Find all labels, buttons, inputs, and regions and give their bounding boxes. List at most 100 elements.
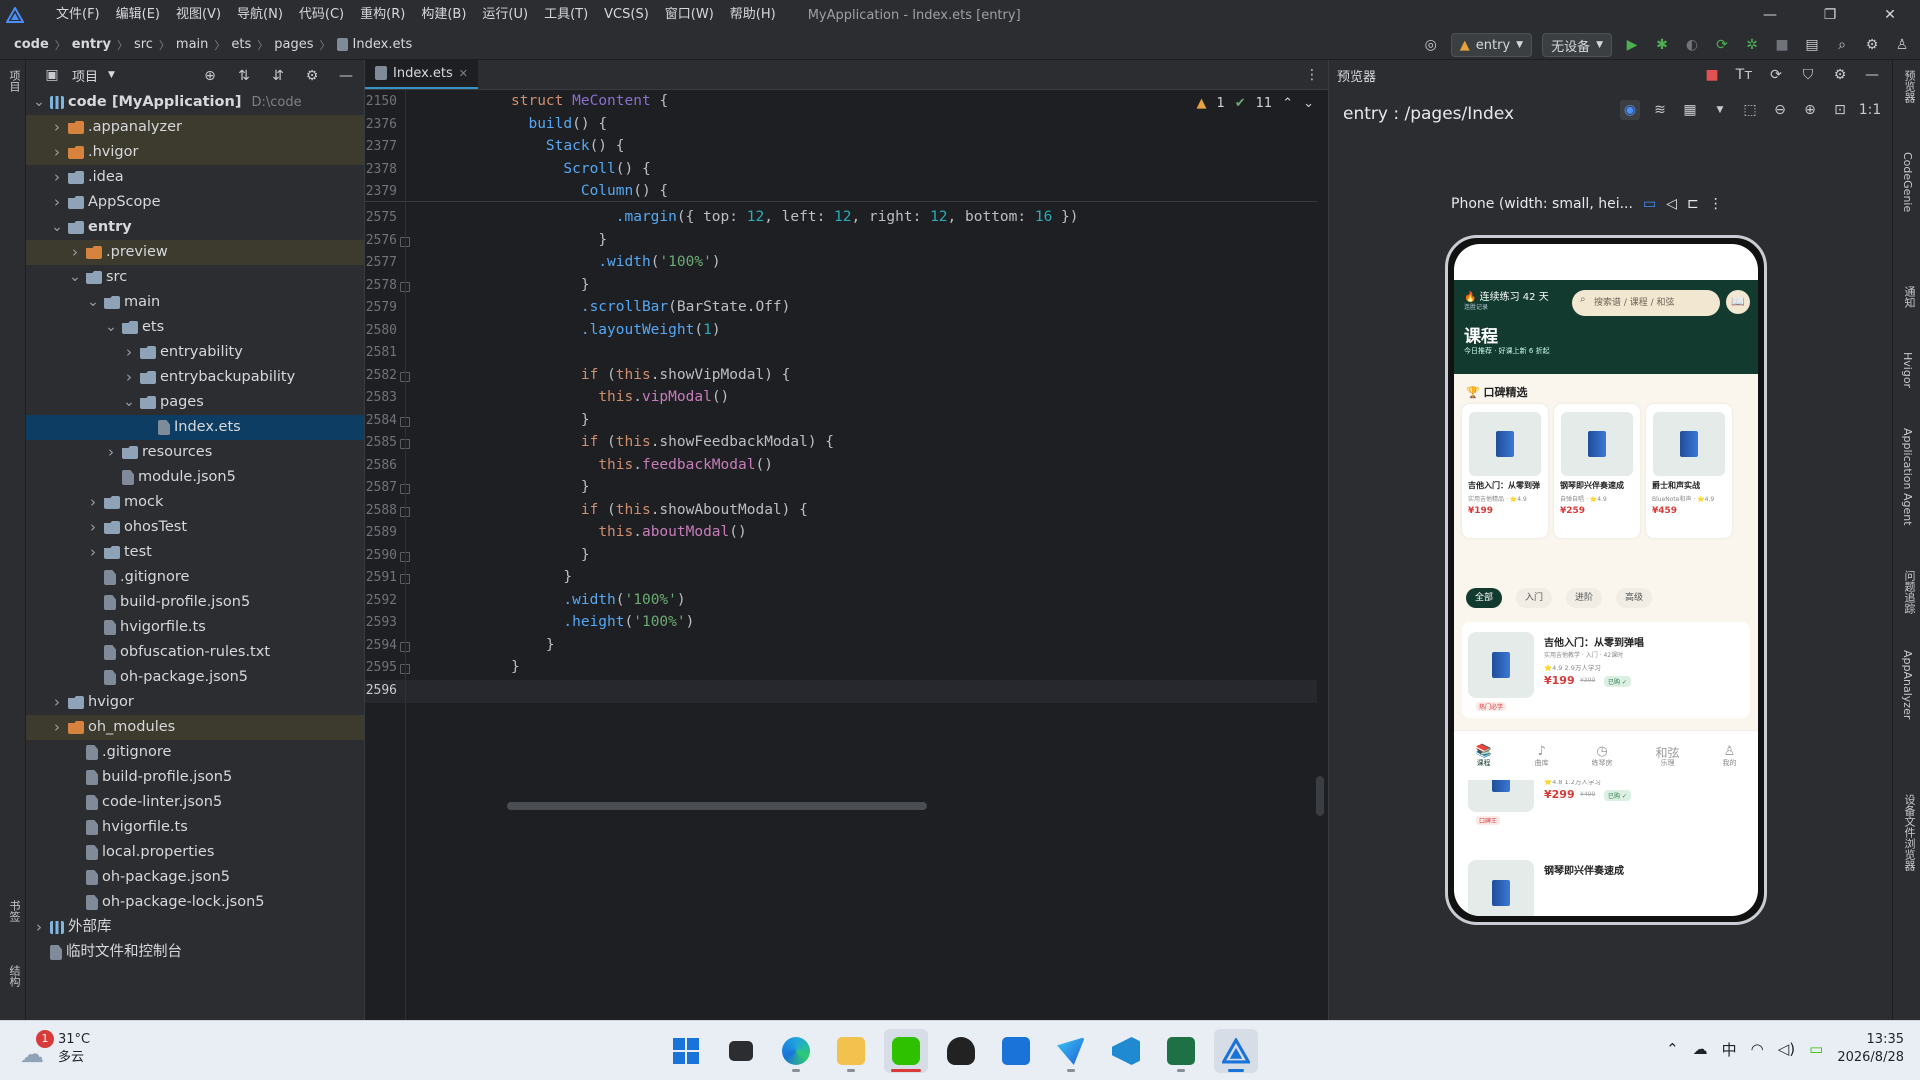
- breadcrumb-item[interactable]: pages: [274, 37, 313, 52]
- close-icon[interactable]: ✕: [1860, 0, 1920, 30]
- structure-tool-label[interactable]: 结构: [6, 965, 22, 987]
- breadcrumb-item[interactable]: entry: [72, 37, 111, 52]
- ime-indicator[interactable]: 中: [1722, 1039, 1737, 1060]
- debug-icon[interactable]: ✱: [1652, 35, 1672, 55]
- chevron-right-icon[interactable]: ›: [122, 340, 136, 365]
- attach-debugger-icon[interactable]: ◐: [1682, 35, 1702, 55]
- tree-item[interactable]: › mock: [26, 490, 364, 515]
- chevron-down-icon[interactable]: ⌄: [86, 290, 100, 315]
- tree-item[interactable]: › oh_modules: [26, 715, 364, 740]
- hide-panel-icon[interactable]: —: [1862, 65, 1882, 85]
- tree-item[interactable]: oh-package.json5: [26, 865, 364, 890]
- course-list-item[interactable]: 钢琴即兴伴奏速成: [1462, 850, 1750, 916]
- zoom-out-icon[interactable]: ⊖: [1770, 100, 1790, 120]
- breadcrumb-item[interactable]: code: [14, 37, 49, 52]
- file-explorer-icon[interactable]: [829, 1029, 873, 1073]
- layers-icon[interactable]: ≋: [1650, 100, 1670, 120]
- chevron-right-icon[interactable]: ›: [50, 140, 64, 165]
- tree-item[interactable]: › ohosTest: [26, 515, 364, 540]
- breadcrumb-item[interactable]: Index.ets: [353, 37, 413, 52]
- filter-chip[interactable]: 高级: [1616, 588, 1652, 608]
- project-panel-title[interactable]: 项目: [72, 66, 98, 85]
- chevron-up-icon[interactable]: ⌃: [1666, 1040, 1679, 1058]
- tree-item[interactable]: ⌄ ets: [26, 315, 364, 340]
- featured-card[interactable]: 钢琴即兴伴奏速成 自弹自唱 · ⭐4.9 ¥259: [1554, 404, 1640, 538]
- menu-item[interactable]: 重构(R): [352, 0, 413, 30]
- tree-item[interactable]: hvigorfile.ts: [26, 615, 364, 640]
- tree-item[interactable]: 临时文件和控制台: [26, 940, 364, 965]
- tree-item[interactable]: obfuscation-rules.txt: [26, 640, 364, 665]
- menu-item[interactable]: 工具(T): [536, 0, 596, 30]
- clock[interactable]: 13:35 2026/8/28: [1837, 1031, 1904, 1067]
- tree-item[interactable]: .gitignore: [26, 565, 364, 590]
- chevron-up-icon[interactable]: ⌃: [1282, 96, 1293, 111]
- right-tool-label[interactable]: 通知: [1901, 286, 1917, 308]
- breadcrumb-item[interactable]: ets: [231, 37, 251, 52]
- menu-item[interactable]: 视图(V): [168, 0, 229, 30]
- locate-icon[interactable]: ⊕: [200, 66, 220, 86]
- chevron-down-icon[interactable]: ⌄: [1303, 96, 1314, 111]
- chevron-right-icon[interactable]: ›: [50, 715, 64, 740]
- featured-card[interactable]: 爵士和声实战 BlueNote和声 · ⭐4.9 ¥459: [1646, 404, 1732, 538]
- right-tool-label[interactable]: 预览器: [1901, 70, 1917, 103]
- tree-item[interactable]: › test: [26, 540, 364, 565]
- right-tool-label[interactable]: 设备文件浏览器: [1901, 794, 1917, 871]
- hide-panel-icon[interactable]: —: [336, 66, 356, 86]
- device-type-icon[interactable]: ▭: [1643, 196, 1656, 212]
- wechat-icon[interactable]: [884, 1029, 928, 1073]
- inspection-widget[interactable]: ▲ 1 ✔ 11 ⌃ ⌄: [1196, 96, 1314, 111]
- tree-item[interactable]: › entryability: [26, 340, 364, 365]
- right-tool-label[interactable]: Hvigor: [1901, 352, 1914, 388]
- right-tool-label[interactable]: Application Agent: [1901, 428, 1914, 526]
- chevron-right-icon[interactable]: ›: [50, 165, 64, 190]
- chevron-down-icon[interactable]: ⌄: [122, 390, 136, 415]
- maximize-icon[interactable]: ❐: [1800, 0, 1860, 30]
- right-tool-label[interactable]: 问题追踪: [1901, 570, 1917, 614]
- tree-item[interactable]: ⌄ code [MyApplication] D:\code: [26, 90, 364, 115]
- module-select[interactable]: ▲ entry ▼: [1450, 33, 1533, 57]
- filter-chip[interactable]: 入门: [1516, 588, 1552, 608]
- task-view-icon[interactable]: [719, 1029, 763, 1073]
- collapse-all-icon[interactable]: ⇵: [268, 66, 288, 86]
- horizontal-scrollbar[interactable]: [507, 802, 927, 810]
- chevron-down-icon[interactable]: ⌄: [32, 90, 46, 115]
- tree-item[interactable]: › 外部库: [26, 915, 364, 940]
- phone-screen[interactable]: 🔥 连续练习 42 天 连胜记录 搜索谱 / 课程 / 和弦 ⌕ 📖 课程 今日…: [1454, 244, 1758, 916]
- weather-widget[interactable]: ☁ 1 31°C 多云: [20, 1030, 90, 1068]
- search-input[interactable]: 搜索谱 / 课程 / 和弦: [1572, 290, 1720, 316]
- chevron-right-icon[interactable]: ›: [86, 515, 100, 540]
- project-tool-label[interactable]: 项目: [6, 70, 22, 92]
- foldable-icon[interactable]: ⊏: [1687, 196, 1699, 212]
- search-icon[interactable]: ⌕: [1832, 35, 1852, 55]
- device-label[interactable]: Phone (width: small, hei...: [1451, 196, 1633, 212]
- device-manager-icon[interactable]: ▤: [1802, 35, 1822, 55]
- qq-icon[interactable]: [939, 1029, 983, 1073]
- menu-item[interactable]: 导航(N): [229, 0, 291, 30]
- start-button[interactable]: [664, 1029, 708, 1073]
- multi-device-icon[interactable]: ▦: [1680, 100, 1700, 120]
- store-icon[interactable]: [994, 1029, 1038, 1073]
- tree-item[interactable]: code-linter.json5: [26, 790, 364, 815]
- tree-item[interactable]: build-profile.json5: [26, 590, 364, 615]
- tree-item[interactable]: Index.ets: [26, 415, 364, 440]
- code-area[interactable]: 2150 struct MeContent {2376 build() {2377…: [365, 60, 1329, 1020]
- reload-icon[interactable]: ⟳: [1712, 35, 1732, 55]
- menu-item[interactable]: 构建(B): [413, 0, 474, 30]
- tree-item[interactable]: ⌄ main: [26, 290, 364, 315]
- bottom-tab[interactable]: ♙ 我的: [1722, 744, 1736, 768]
- tree-item[interactable]: hvigorfile.ts: [26, 815, 364, 840]
- vscode-icon[interactable]: [1104, 1029, 1148, 1073]
- menu-item[interactable]: VCS(S): [596, 0, 657, 30]
- bottom-tab[interactable]: 和弦 乐理: [1656, 744, 1680, 768]
- breadcrumb-item[interactable]: main: [176, 37, 208, 52]
- chevron-down-icon[interactable]: ⌄: [104, 315, 118, 340]
- filter-chip[interactable]: 全部: [1466, 588, 1502, 608]
- tree-item[interactable]: › .appanalyzer: [26, 115, 364, 140]
- menu-item[interactable]: 窗口(W): [657, 0, 722, 30]
- menu-item[interactable]: 帮助(H): [722, 0, 784, 30]
- breadcrumb-item[interactable]: src: [134, 37, 153, 52]
- menu-item[interactable]: 代码(C): [291, 0, 352, 30]
- tree-item[interactable]: oh-package.json5: [26, 665, 364, 690]
- volume-icon[interactable]: ◁): [1778, 1040, 1795, 1058]
- chevron-right-icon[interactable]: ›: [104, 440, 118, 465]
